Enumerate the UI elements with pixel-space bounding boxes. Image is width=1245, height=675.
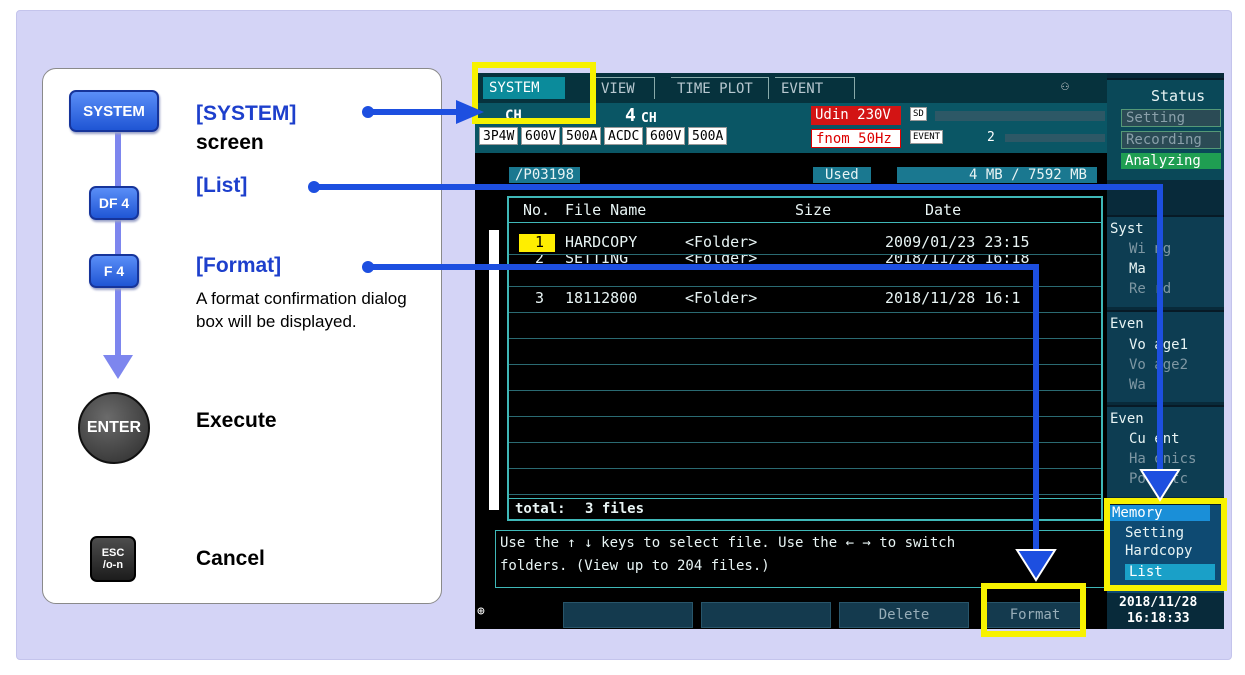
file-date: 2018/11/28 16:18 — [885, 255, 1030, 265]
file-no: 1 — [535, 233, 545, 251]
header-size: Size — [795, 201, 832, 219]
file-name[interactable]: HARDCOPY — [565, 233, 637, 251]
status-title: Status — [1151, 87, 1206, 105]
datetime-time: 16:18:33 — [1127, 611, 1190, 626]
file-no: 2 — [535, 255, 545, 265]
f1-button[interactable] — [563, 602, 693, 628]
system-key[interactable]: SYSTEM — [69, 90, 159, 132]
network-icon: ⚇ — [1061, 79, 1069, 94]
ch4-label: CH — [641, 111, 657, 126]
file-size: <Folder> — [685, 289, 758, 307]
event2-title: Even — [1110, 411, 1144, 427]
event2-current[interactable]: Cu ent — [1129, 431, 1180, 447]
file-date: 2009/01/23 23:15 — [885, 233, 1030, 251]
file-name[interactable]: 18112800 — [565, 289, 637, 307]
help-line-1: Use the ↑ ↓ keys to select file. Use the… — [500, 535, 956, 551]
row-divider — [509, 390, 1101, 391]
tab-time-plot[interactable]: TIME PLOT — [671, 77, 769, 99]
help-line-2: folders. (View up to 204 files.) — [500, 558, 770, 574]
event2-harmonics[interactable]: Ha onics — [1129, 451, 1196, 467]
highlight-system-tab — [472, 62, 596, 124]
header-date: Date — [925, 201, 962, 219]
file-size: <Folder> — [685, 233, 758, 251]
ch4-coupling-box: ACDC — [604, 127, 644, 145]
event-count: 2 — [987, 130, 995, 145]
status-recording[interactable]: Recording — [1121, 131, 1221, 149]
enter-key[interactable]: ENTER — [78, 392, 150, 464]
event-icon: EVENT — [910, 130, 944, 144]
esc-key-top: ESC — [101, 547, 125, 559]
event1-voltage1[interactable]: Vo age1 — [1129, 337, 1188, 353]
header-file-name: File Name — [565, 201, 647, 219]
highlight-memory-list — [1104, 498, 1227, 591]
flow-arrow-down — [103, 355, 133, 379]
row-divider — [509, 416, 1101, 417]
row-divider — [509, 442, 1101, 443]
file-date: 2018/11/28 16:1 — [885, 289, 1021, 307]
ch4-number: 4 — [625, 105, 636, 126]
event1-wave[interactable]: Wa — [1129, 377, 1146, 393]
datetime-date: 2018/11/28 — [1119, 595, 1198, 610]
esc-key[interactable]: ESC /o-n — [90, 536, 136, 582]
sd-icon: SD — [910, 107, 927, 121]
row-divider — [509, 312, 1101, 313]
event-bar — [1005, 134, 1105, 142]
header-no: No. — [523, 201, 551, 219]
header-divider — [509, 222, 1101, 223]
tab-view[interactable]: VIEW — [595, 77, 655, 99]
step-cancel-title: Cancel — [196, 547, 265, 570]
file-list[interactable]: No. File Name Size Date 1 HARDCOPY <Fold… — [507, 196, 1103, 521]
step-system-title: [SYSTEM] — [196, 102, 297, 125]
system-main[interactable]: Ma — [1129, 261, 1146, 277]
row-divider — [509, 338, 1101, 339]
delete-button[interactable]: Delete — [839, 602, 969, 628]
system-title: Syst — [1110, 221, 1144, 237]
file-name[interactable]: SETTING — [565, 255, 628, 265]
f2-button[interactable] — [701, 602, 831, 628]
step-system-subtitle: screen — [196, 131, 264, 154]
lock-icon: ⊕ — [477, 604, 485, 619]
ch4-voltage-box: 600V — [646, 127, 686, 145]
system-wiring[interactable]: Wi ng — [1129, 241, 1171, 257]
scroll-indicator[interactable] — [489, 230, 499, 510]
total-divider — [509, 498, 1101, 499]
f4-key[interactable]: F 4 — [89, 254, 139, 288]
row-divider — [509, 364, 1101, 365]
system-record[interactable]: Re rd — [1129, 281, 1171, 297]
file-size: <Folder> — [685, 255, 758, 265]
used-label: Used — [813, 167, 871, 183]
row-divider — [509, 286, 1101, 287]
tab-event[interactable]: EVENT — [775, 77, 855, 99]
event1-title: Even — [1110, 316, 1144, 332]
folder-path: /P03198 — [509, 167, 581, 183]
row-divider — [509, 468, 1101, 469]
row-divider — [509, 494, 1101, 495]
df4-key[interactable]: DF 4 — [89, 186, 139, 220]
udin-box: Udin 230V — [811, 106, 901, 125]
step-format-description: A format confirmation dialog box will be… — [196, 289, 407, 331]
used-value: 4 MB / 7592 MB — [897, 167, 1097, 183]
file-no: 3 — [535, 289, 545, 307]
list-row-partial: 2 SETTING <Folder> 2018/11/28 16:18 — [509, 255, 1101, 265]
total-value: 3 files — [585, 501, 645, 517]
total-label: total: — [515, 501, 566, 517]
esc-key-bottom: /o-n — [102, 559, 124, 571]
sd-usage-bar — [935, 111, 1105, 121]
voltage-box: 600V — [521, 127, 561, 145]
ch4-current-box: 500A — [688, 127, 728, 145]
step-format-title: [Format] — [196, 254, 282, 277]
step-list-title: [List] — [196, 174, 248, 197]
highlight-format-button — [981, 583, 1086, 637]
wiring-box: 3P4W — [479, 127, 519, 145]
status-analyzing[interactable]: Analyzing — [1121, 153, 1221, 169]
status-setting[interactable]: Setting — [1121, 109, 1221, 127]
current-box: 500A — [562, 127, 602, 145]
event1-voltage2[interactable]: Vo age2 — [1129, 357, 1188, 373]
event2-power[interactable]: Po /etc — [1129, 471, 1188, 487]
step-execute-title: Execute — [196, 409, 277, 432]
fnom-box: fnom 50Hz — [811, 129, 901, 148]
flow-line — [115, 280, 121, 360]
